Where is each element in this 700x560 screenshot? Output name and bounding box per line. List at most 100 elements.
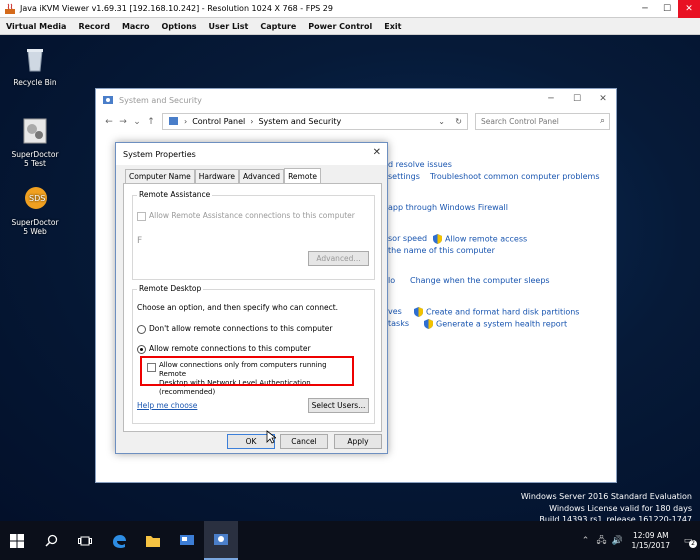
cp-minimize-button[interactable]: ─ [538,89,564,109]
radio-label: Don't allow remote connections to this c… [149,324,333,333]
chevron-up-icon[interactable]: ⌃ [578,536,594,546]
link-health-report[interactable]: Generate a system health report [424,319,567,329]
superdoctor-web-icon: SDS [25,187,47,209]
breadcrumb-separator: › [184,117,188,126]
left-stub: F [137,236,143,246]
recent-chevron-icon[interactable]: ⌄ [130,117,144,127]
cancel-button[interactable]: Cancel [280,434,328,449]
help-me-choose-link[interactable]: Help me choose [137,401,197,410]
remote-desktop-label: Remote Desktop [137,284,204,293]
desktop-icon-label: Recycle Bin [13,78,57,87]
breadcrumb-system-security[interactable]: System and Security [258,117,341,126]
apply-button[interactable]: Apply [334,434,382,449]
refresh-icon[interactable]: ↻ [455,117,462,126]
shield-icon [433,234,442,244]
dialog-title-bar: System Properties [116,143,387,165]
address-dropdown-icon[interactable]: ⌄ [438,117,445,126]
clock-date: 1/15/2017 [631,540,670,550]
address-row: ← → ⌄ ↑ › Control Panel › System and Sec… [96,111,616,133]
close-button[interactable]: ✕ [678,0,700,18]
watermark-line: Windows Server 2016 Standard Evaluation [520,492,692,501]
advanced-button[interactable]: Advanced... [308,251,369,266]
back-arrow-icon[interactable]: ← [102,117,116,127]
superdoctor-test-icon [23,118,47,144]
link-drives[interactable]: ves [388,307,402,316]
link-troubleshoot[interactable]: Troubleshoot common computer problems [430,172,600,181]
link-sleep[interactable]: Change when the computer sleeps [410,276,550,285]
desktop-icon-recycle-bin[interactable]: Recycle Bin [11,45,59,87]
volume-icon[interactable]: 🔊 [610,536,626,546]
windows-edition-watermark: Windows Server 2016 Standard Evaluation [521,491,692,502]
clock[interactable]: 12:09 AM 1/15/2017 [632,531,670,551]
select-users-button[interactable]: Select Users... [308,398,369,413]
svg-text:SDS: SDS [29,194,45,203]
maximize-button[interactable]: ☐ [656,0,678,18]
breadcrumb-separator: › [250,117,254,126]
recycle-bin-icon [27,49,43,72]
task-view-icon [78,536,92,545]
search-button[interactable] [34,521,68,560]
search-placeholder: Search Control Panel [481,117,559,126]
taskbar-file-explorer[interactable] [136,521,170,560]
checkbox[interactable] [137,211,146,221]
mouse-cursor-icon [266,430,276,444]
breadcrumb-control-panel[interactable]: Control Panel [192,117,245,126]
dialog-close-icon[interactable]: ✕ [373,147,381,158]
address-bar[interactable]: › Control Panel › System and Security ⌄ … [162,113,468,130]
up-arrow-icon[interactable]: ↑ [144,117,158,127]
dont-allow-radio[interactable]: Don't allow remote connections to this c… [137,324,333,334]
link-settings[interactable]: settings [388,172,420,181]
cp-maximize-button[interactable]: ☐ [564,89,590,109]
start-button[interactable] [0,521,34,560]
search-input[interactable]: Search Control Panel ⌕ [475,113,610,130]
remote-assistance-group: Remote Assistance Allow Remote Assistanc… [132,190,375,280]
menu-capture[interactable]: Capture [260,22,296,31]
java-icon [5,3,15,14]
control-panel-title: System and Security [119,95,202,105]
desktop-icon-superdoctor-test[interactable]: SuperDoctor 5 Test [11,117,59,168]
cp-close-button[interactable]: ✕ [590,89,616,109]
control-panel-icon [103,96,113,104]
system-properties-dialog: System Properties ✕ Computer Name Hardwa… [115,142,388,454]
tab-remote[interactable]: Remote [284,168,322,183]
taskbar-edge[interactable] [102,521,136,560]
control-panel-icon [214,533,228,545]
taskbar-control-panel[interactable] [204,521,238,560]
menu-record[interactable]: Record [78,22,110,31]
search-icon [44,534,57,547]
link-io[interactable]: lo [388,276,395,285]
tab-advanced[interactable]: Advanced [239,169,285,183]
allow-remote-radio[interactable]: Allow remote connections to this compute… [137,344,311,354]
task-view-button[interactable] [68,521,102,560]
menu-power-control[interactable]: Power Control [308,22,372,31]
action-center-icon[interactable]: ▭ 2 [676,536,700,548]
allow-remote-assistance-checkbox[interactable]: Allow Remote Assistance connections to t… [137,211,355,221]
dialog-title: System Properties [123,149,196,159]
desktop-icon-superdoctor-web[interactable]: SDS SuperDoctor 5 Web [11,185,59,236]
taskbar-server-manager[interactable] [170,521,204,560]
folder-icon [146,535,160,547]
forward-arrow-icon[interactable]: → [116,117,130,127]
radio-button[interactable] [137,324,146,334]
tab-hardware[interactable]: Hardware [194,169,240,183]
radio-button[interactable] [137,344,146,354]
network-icon[interactable]: 🖧 [594,533,610,549]
system-tray: ⌃ 🖧 🔊 12:09 AM 1/15/2017 ▭ 2 [578,521,700,560]
menu-virtual-media[interactable]: Virtual Media [6,22,66,31]
menu-options[interactable]: Options [161,22,196,31]
search-icon[interactable]: ⌕ [600,116,605,126]
minimize-button[interactable]: ─ [634,0,656,18]
tab-computer-name[interactable]: Computer Name [125,169,195,183]
desktop-icon-label: SuperDoctor 5 Test [11,150,59,168]
link-computer-name[interactable]: the name of this computer [388,246,495,255]
menu-macro[interactable]: Macro [122,22,150,31]
link-tasks[interactable]: tasks [388,319,409,328]
link-processor-speed[interactable]: sor speed [388,234,427,243]
menu-user-list[interactable]: User List [209,22,249,31]
menu-exit[interactable]: Exit [384,22,401,31]
link-resolve-issues[interactable]: d resolve issues [388,160,452,169]
link-format-partitions[interactable]: Create and format hard disk partitions [414,307,579,317]
link-allow-remote-access[interactable]: Allow remote access [433,234,527,244]
link-firewall[interactable]: app through Windows Firewall [388,203,508,212]
remote-assistance-label: Remote Assistance [137,190,213,199]
